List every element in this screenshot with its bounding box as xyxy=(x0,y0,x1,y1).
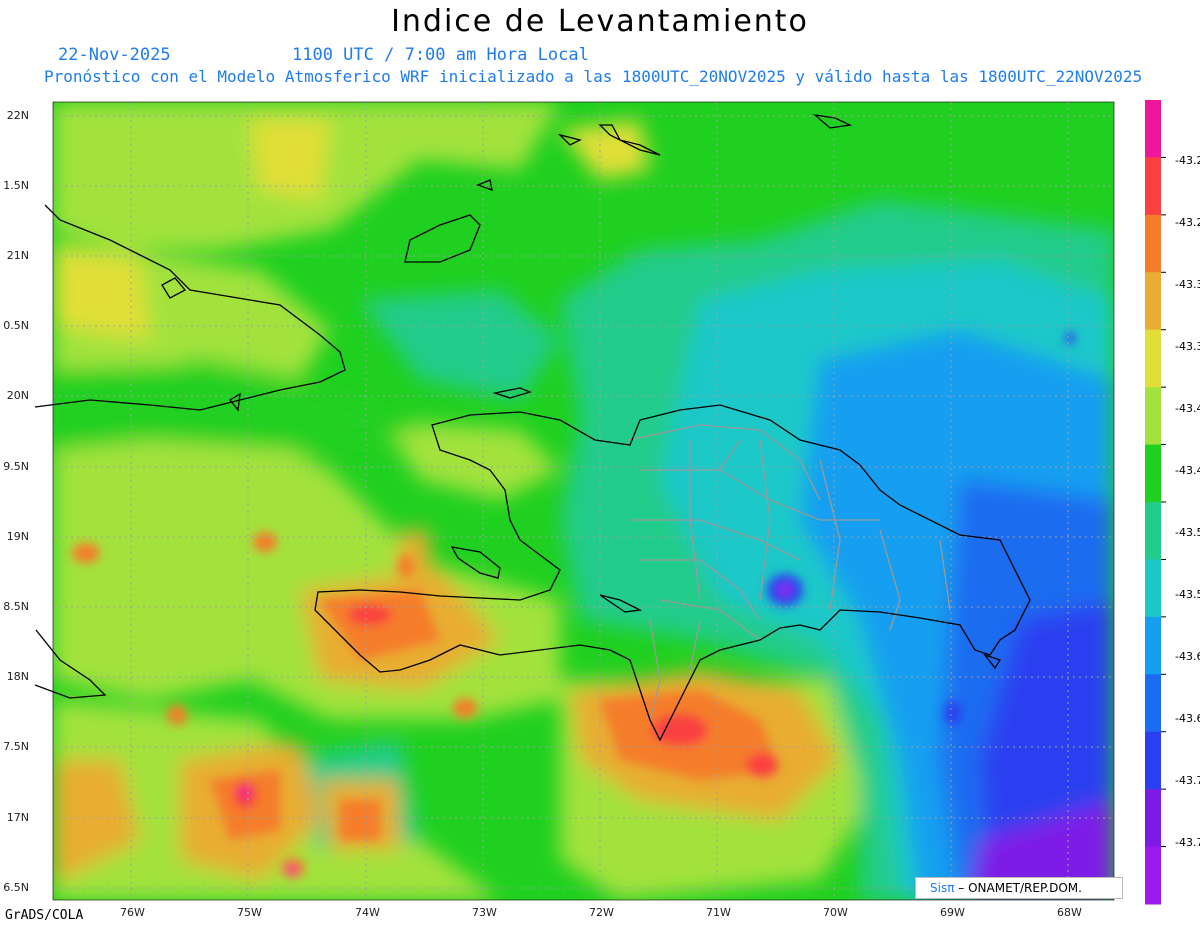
legend-label: -43.3 xyxy=(1175,340,1200,353)
field-shading xyxy=(53,102,1114,900)
legend-swatch xyxy=(1145,444,1161,503)
legend-swatch xyxy=(1145,502,1161,560)
lon-label: 70W xyxy=(823,906,848,919)
legend-swatch xyxy=(1145,100,1161,158)
lat-label: 1.5N xyxy=(3,179,29,192)
legend-label: -43.7 xyxy=(1175,836,1200,849)
legend-label: -43.6 xyxy=(1175,712,1200,725)
lat-label: 8.5N xyxy=(3,600,29,613)
lat-label: 7.5N xyxy=(3,740,29,753)
legend-label: -43.3 xyxy=(1175,278,1200,291)
legend-swatch xyxy=(1145,559,1161,618)
lat-label: 6.5N xyxy=(3,881,29,894)
sis-logo-text: Sisπ xyxy=(930,881,955,895)
legend-swatch xyxy=(1145,387,1161,446)
lat-label: 9.5N xyxy=(3,460,29,473)
legend-label: -43.4 xyxy=(1175,464,1200,477)
lat-label: 0.5N xyxy=(3,319,29,332)
legend-label: -43.5 xyxy=(1175,588,1200,601)
lon-label: 74W xyxy=(355,906,380,919)
legend-swatch xyxy=(1145,731,1161,790)
color-legend xyxy=(1145,100,1166,905)
lon-label: 69W xyxy=(940,906,965,919)
grads-footer: GrADS/COLA xyxy=(5,908,84,923)
lat-label: 22N xyxy=(6,109,29,122)
lifted-index-map xyxy=(34,100,1166,905)
lon-label: 72W xyxy=(589,906,614,919)
legend-swatch xyxy=(1145,674,1161,733)
lat-label: 21N xyxy=(6,249,29,262)
lon-label: 75W xyxy=(237,906,262,919)
lat-label: 18N xyxy=(6,670,29,683)
legend-swatch xyxy=(1145,329,1161,388)
lat-label: 19N xyxy=(6,530,29,543)
credit-text: – ONAMET/REP.DOM. xyxy=(958,881,1082,895)
legend-label: -43.7 xyxy=(1175,774,1200,787)
legend-swatch xyxy=(1145,157,1161,216)
legend-label: -43.2 xyxy=(1175,216,1200,229)
legend-swatch xyxy=(1145,616,1161,675)
legend-label: -43.6 xyxy=(1175,650,1200,663)
lon-label: 73W xyxy=(472,906,497,919)
lon-label: 68W xyxy=(1057,906,1082,919)
legend-swatch xyxy=(1145,846,1161,905)
legend-label: -43.2 xyxy=(1175,154,1200,167)
legend-swatch xyxy=(1145,789,1161,848)
legend-label: -43.4 xyxy=(1175,402,1200,415)
lon-label: 71W xyxy=(706,906,731,919)
legend-swatch xyxy=(1145,272,1161,331)
lat-label: 20N xyxy=(6,389,29,402)
lon-label: 76W xyxy=(120,906,145,919)
credit-box: Sisπ – ONAMET/REP.DOM. xyxy=(915,877,1123,899)
legend-label: -43.5 xyxy=(1175,526,1200,539)
legend-swatch xyxy=(1145,214,1161,273)
lat-label: 17N xyxy=(6,811,29,824)
